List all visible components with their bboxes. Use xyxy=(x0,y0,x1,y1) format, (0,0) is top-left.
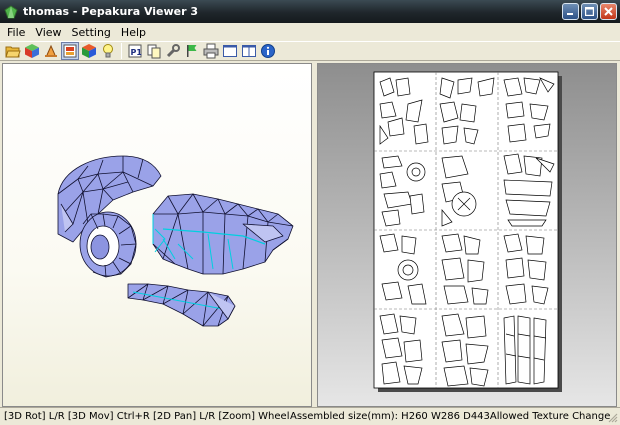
status-bar: [3D Rot] L/R [3D Mov] Ctrl+R [2D Pan] L/… xyxy=(0,407,620,425)
single-view-button[interactable] xyxy=(221,42,239,60)
lightbulb-icon xyxy=(103,44,113,58)
texture-button[interactable] xyxy=(80,42,98,60)
split-view-icon xyxy=(242,45,256,57)
minimize-button[interactable] xyxy=(562,3,579,20)
page-number-button[interactable]: P1 xyxy=(126,42,144,60)
open-folder-icon xyxy=(5,46,21,58)
2d-unfold-pane[interactable] xyxy=(317,63,617,407)
close-button[interactable] xyxy=(600,3,617,20)
menu-help[interactable]: Help xyxy=(116,26,151,39)
3d-view-pane[interactable] xyxy=(2,63,312,407)
light-button[interactable] xyxy=(99,42,117,60)
about-button[interactable] xyxy=(259,42,277,60)
copy-icon xyxy=(147,44,161,59)
texture-cube-icon xyxy=(82,44,96,58)
svg-text:P1: P1 xyxy=(131,48,143,57)
menu-setting[interactable]: Setting xyxy=(67,26,116,39)
wrench-icon xyxy=(166,44,180,58)
print-layout-icon xyxy=(63,44,77,58)
menu-bar: File View Setting Help xyxy=(0,23,620,41)
single-view-icon xyxy=(223,45,237,57)
mark-button[interactable] xyxy=(183,42,201,60)
3d-view-button[interactable] xyxy=(23,42,41,60)
status-assembled-size: Assembled size(mm): H260 W286 D443Allowe… xyxy=(290,411,611,422)
menu-file[interactable]: File xyxy=(2,26,30,39)
maximize-button[interactable] xyxy=(581,3,598,20)
flag-icon xyxy=(187,45,197,57)
settings-button[interactable] xyxy=(164,42,182,60)
print-button[interactable] xyxy=(202,42,220,60)
copy-button[interactable] xyxy=(145,42,163,60)
pepakura-app-icon xyxy=(4,4,18,18)
unfold-button[interactable] xyxy=(42,42,60,60)
toolbar: P1 xyxy=(0,41,620,61)
window-title: thomas - Pepakura Viewer 3 xyxy=(23,5,199,18)
unfold-icon xyxy=(45,44,57,57)
close-icon xyxy=(604,7,613,16)
maximize-icon xyxy=(585,7,594,16)
open-button[interactable] xyxy=(4,42,22,60)
resize-grip-icon[interactable] xyxy=(606,411,618,423)
printer-icon xyxy=(203,43,219,59)
page-number-icon: P1 xyxy=(128,44,143,58)
title-bar: thomas - Pepakura Viewer 3 xyxy=(0,0,620,23)
minimize-icon xyxy=(567,13,573,15)
info-icon xyxy=(261,44,275,58)
cube-icon xyxy=(25,44,39,58)
3d-helmet-model xyxy=(57,155,294,327)
status-controls-hint: [3D Rot] L/R [3D Mov] Ctrl+R [2D Pan] L/… xyxy=(4,411,290,422)
print-layout-button[interactable] xyxy=(61,42,79,60)
split-view-button[interactable] xyxy=(240,42,258,60)
menu-view[interactable]: View xyxy=(30,26,66,39)
2d-pattern-sheet xyxy=(373,71,562,392)
toolbar-separator xyxy=(121,43,122,59)
